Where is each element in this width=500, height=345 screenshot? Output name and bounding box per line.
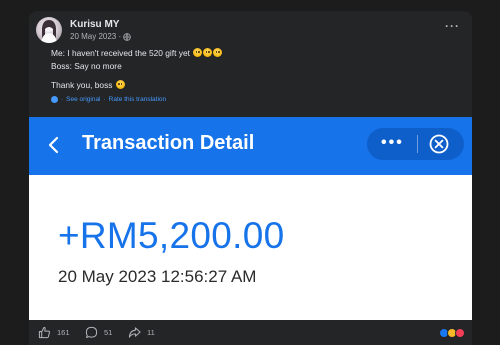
post-line-3: Thank you, boss	[51, 80, 125, 90]
post-line-1: Me: I haven't received the 520 gift yet	[51, 48, 223, 58]
like-icon	[38, 326, 50, 339]
post-text-line: Thank you, boss	[51, 80, 113, 90]
smiling-face-icon	[115, 80, 125, 89]
pleading-face-icon	[213, 48, 223, 57]
author-name[interactable]: Kurisu MY	[70, 19, 119, 30]
transaction-header: Transaction Detail •••	[29, 117, 472, 175]
translation-bar: · See original · Rate this translation	[51, 96, 166, 103]
transaction-title: Transaction Detail	[82, 132, 255, 154]
close-icon	[429, 134, 449, 154]
pleading-face-icon	[203, 48, 213, 57]
rate-translation-link[interactable]: Rate this translation	[109, 96, 166, 103]
see-original-link[interactable]: See original	[66, 96, 100, 103]
header-actions: •••	[367, 128, 464, 160]
love-reaction-icon	[455, 328, 465, 338]
post-card: Kurisu MY 20 May 2023 · ··· Me: I haven'…	[29, 11, 472, 345]
transaction-screenshot[interactable]: Transaction Detail ••• +RM5,200.00 20 Ma…	[29, 117, 472, 320]
reactions-summary[interactable]	[439, 328, 465, 338]
transaction-amount: +RM5,200.00	[58, 215, 285, 256]
engagement-bar: 161 51 11	[29, 320, 472, 345]
separator: ·	[103, 96, 106, 103]
divider	[417, 135, 418, 153]
post-date[interactable]: 20 May 2023 ·	[70, 32, 121, 41]
comment-icon	[85, 326, 98, 339]
separator: ·	[61, 96, 64, 103]
globe-icon	[123, 32, 131, 41]
like-button[interactable]: 161	[38, 326, 70, 339]
comment-button[interactable]: 51	[85, 326, 112, 339]
post-line-2: Boss: Say no more	[51, 61, 122, 71]
avatar[interactable]	[36, 17, 62, 43]
translate-icon	[51, 96, 58, 103]
post-text-line: Me: I haven't received the 520 gift yet	[51, 48, 190, 58]
comment-count: 51	[104, 328, 113, 337]
share-button[interactable]: 11	[128, 326, 155, 339]
share-count: 11	[147, 328, 155, 337]
transaction-datetime: 20 May 2023 12:56:27 AM	[58, 267, 257, 286]
more-icon: •••	[381, 134, 404, 151]
more-options-icon[interactable]: ···	[445, 20, 460, 32]
share-icon	[128, 327, 141, 338]
post-meta: 20 May 2023 ·	[70, 32, 131, 41]
back-icon	[48, 136, 59, 154]
like-count: 161	[57, 328, 70, 337]
pleading-face-icon	[193, 48, 203, 57]
